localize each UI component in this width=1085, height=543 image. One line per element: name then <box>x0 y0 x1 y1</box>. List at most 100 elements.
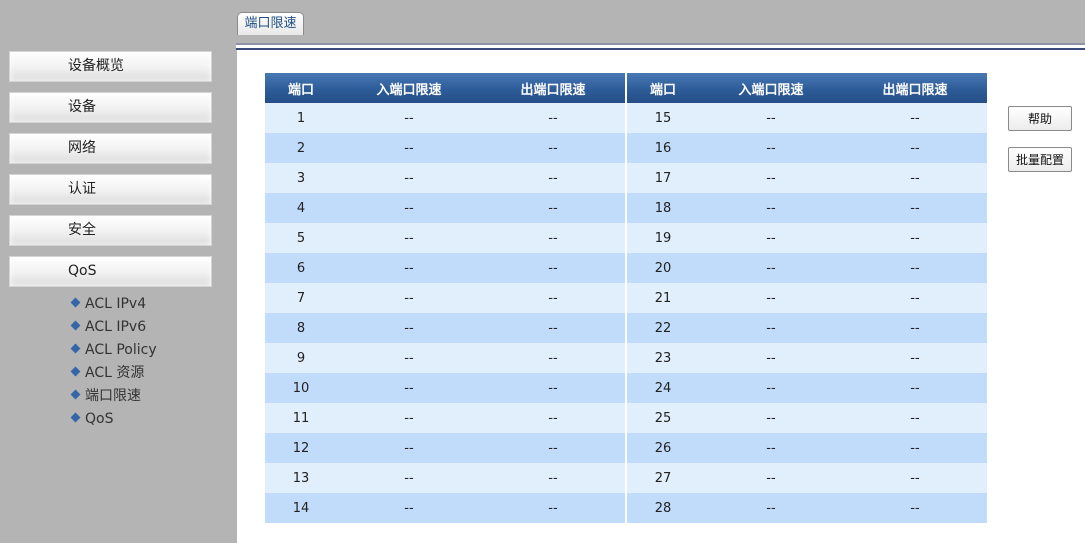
table-row[interactable]: 17 -- -- <box>627 163 987 193</box>
tab-port-rate-limit[interactable]: 端口限速 <box>237 12 304 35</box>
submenu-item-acl-policy[interactable]: ACL Policy <box>70 339 157 362</box>
cell-egress: -- <box>481 253 625 283</box>
sidebar-item-authentication[interactable]: 认证 <box>9 174 212 205</box>
table-row[interactable]: 20 -- -- <box>627 253 987 283</box>
cell-ingress: -- <box>699 103 843 133</box>
table-row[interactable]: 7 -- -- <box>265 283 625 313</box>
cell-port: 6 <box>265 253 337 283</box>
diamond-bullet-icon <box>70 297 81 308</box>
table-body: 1 -- -- 2 -- -- 3 -- -- 4 -- -- 5 -- -- 6 -- -- 7 -- -- 8 -- --… <box>265 103 625 523</box>
table-row[interactable]: 28 -- -- <box>627 493 987 523</box>
table-row[interactable]: 12 -- -- <box>265 433 625 463</box>
cell-ingress: -- <box>699 223 843 253</box>
cell-egress: -- <box>843 163 987 193</box>
table-row[interactable]: 4 -- -- <box>265 193 625 223</box>
cell-egress: -- <box>481 223 625 253</box>
cell-port: 12 <box>265 433 337 463</box>
cell-ingress: -- <box>699 283 843 313</box>
sidebar-item-qos[interactable]: QoS <box>9 256 212 287</box>
cell-ingress: -- <box>337 103 481 133</box>
batch-config-button[interactable]: 批量配置 <box>1008 147 1072 172</box>
cell-egress: -- <box>481 103 625 133</box>
cell-port: 26 <box>627 433 699 463</box>
cell-port: 13 <box>265 463 337 493</box>
sidebar: 设备概览 设备 网络 认证 安全 QoS ACL IPv4 ACL IPv6 A… <box>0 0 236 543</box>
cell-port: 9 <box>265 343 337 373</box>
cell-ingress: -- <box>699 403 843 433</box>
cell-egress: -- <box>843 373 987 403</box>
cell-port: 17 <box>627 163 699 193</box>
cell-port: 5 <box>265 223 337 253</box>
table-row[interactable]: 2 -- -- <box>265 133 625 163</box>
cell-egress: -- <box>481 283 625 313</box>
cell-egress: -- <box>481 433 625 463</box>
cell-egress: -- <box>481 373 625 403</box>
table-row[interactable]: 22 -- -- <box>627 313 987 343</box>
cell-ingress: -- <box>337 253 481 283</box>
cell-egress: -- <box>843 403 987 433</box>
table-row[interactable]: 26 -- -- <box>627 433 987 463</box>
table-row[interactable]: 24 -- -- <box>627 373 987 403</box>
cell-ingress: -- <box>337 283 481 313</box>
table-row[interactable]: 27 -- -- <box>627 463 987 493</box>
app-window: 设备概览 设备 网络 认证 安全 QoS ACL IPv4 ACL IPv6 A… <box>0 0 1085 543</box>
submenu-item-acl-ipv6[interactable]: ACL IPv6 <box>70 316 157 339</box>
table-row[interactable]: 21 -- -- <box>627 283 987 313</box>
cell-port: 22 <box>627 313 699 343</box>
table-row[interactable]: 3 -- -- <box>265 163 625 193</box>
cell-port: 19 <box>627 223 699 253</box>
table-row[interactable]: 5 -- -- <box>265 223 625 253</box>
cell-egress: -- <box>843 313 987 343</box>
sidebar-item-security[interactable]: 安全 <box>9 215 212 246</box>
table-row[interactable]: 10 -- -- <box>265 373 625 403</box>
cell-ingress: -- <box>699 133 843 163</box>
table-row[interactable]: 19 -- -- <box>627 223 987 253</box>
table-row[interactable]: 14 -- -- <box>265 493 625 523</box>
cell-egress: -- <box>843 463 987 493</box>
rate-limit-table-left: 端口 入端口限速 出端口限速 1 -- -- 2 -- -- 3 -- -- 4 -- -- 5 -- --… <box>265 73 625 523</box>
submenu-item-port-rate-limit[interactable]: 端口限速 <box>70 385 157 408</box>
table-row[interactable]: 15 -- -- <box>627 103 987 133</box>
cell-ingress: -- <box>337 463 481 493</box>
submenu-item-qos[interactable]: QoS <box>70 408 157 431</box>
rate-limit-table-right: 端口 入端口限速 出端口限速 15 -- -- 16 -- -- 17 -- -- 18 -- -- 1… <box>627 73 987 523</box>
table-row[interactable]: 25 -- -- <box>627 403 987 433</box>
submenu-item-label: ACL 资源 <box>85 365 145 381</box>
table-row[interactable]: 1 -- -- <box>265 103 625 133</box>
table-row[interactable]: 13 -- -- <box>265 463 625 493</box>
sidebar-item-device[interactable]: 设备 <box>9 92 212 123</box>
cell-ingress: -- <box>337 193 481 223</box>
diamond-bullet-icon <box>70 389 81 400</box>
sidebar-item-network[interactable]: 网络 <box>9 133 212 164</box>
cell-ingress: -- <box>699 463 843 493</box>
table-row[interactable]: 18 -- -- <box>627 193 987 223</box>
cell-port: 10 <box>265 373 337 403</box>
cell-ingress: -- <box>337 133 481 163</box>
cell-ingress: -- <box>699 373 843 403</box>
table-row[interactable]: 9 -- -- <box>265 343 625 373</box>
cell-ingress: -- <box>337 163 481 193</box>
sidebar-item-device-overview[interactable]: 设备概览 <box>9 51 212 82</box>
table-header-row: 端口 入端口限速 出端口限速 <box>265 73 625 103</box>
cell-egress: -- <box>843 133 987 163</box>
cell-egress: -- <box>843 343 987 373</box>
table-body: 15 -- -- 16 -- -- 17 -- -- 18 -- -- 19 -- -- 20 -- -- 21 --… <box>627 103 987 523</box>
cell-port: 2 <box>265 133 337 163</box>
column-header-ingress: 入端口限速 <box>337 73 481 103</box>
cell-egress: -- <box>843 493 987 523</box>
cell-ingress: -- <box>337 493 481 523</box>
table-header-row: 端口 入端口限速 出端口限速 <box>627 73 987 103</box>
submenu-item-acl-resources[interactable]: ACL 资源 <box>70 362 157 385</box>
submenu-item-label: ACL Policy <box>85 342 157 358</box>
help-button[interactable]: 帮助 <box>1008 106 1072 131</box>
submenu-item-label: QoS <box>85 411 114 427</box>
table-row[interactable]: 16 -- -- <box>627 133 987 163</box>
cell-egress: -- <box>481 163 625 193</box>
table-row[interactable]: 6 -- -- <box>265 253 625 283</box>
table-row[interactable]: 23 -- -- <box>627 343 987 373</box>
column-header-egress: 出端口限速 <box>843 73 987 103</box>
submenu-item-acl-ipv4[interactable]: ACL IPv4 <box>70 293 157 316</box>
cell-ingress: -- <box>699 343 843 373</box>
table-row[interactable]: 11 -- -- <box>265 403 625 433</box>
table-row[interactable]: 8 -- -- <box>265 313 625 343</box>
